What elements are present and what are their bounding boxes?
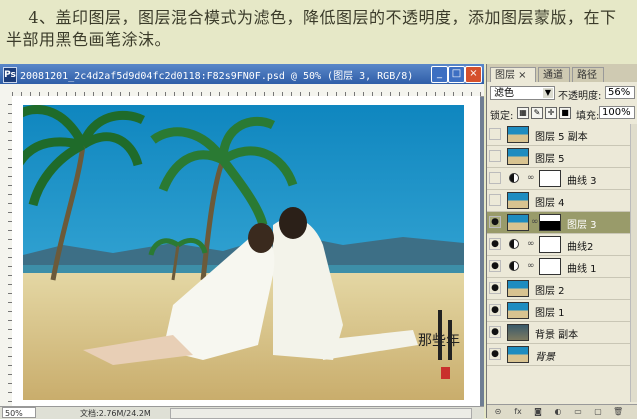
layer-name: 背景 副本: [535, 330, 579, 341]
layer-name: 图层 2: [535, 286, 565, 297]
lock-label: 锁定:: [490, 111, 514, 122]
add-mask-icon[interactable]: ◙: [533, 407, 543, 417]
layer-row[interactable]: 图层 4: [487, 190, 637, 212]
visibility-toggle[interactable]: ●: [489, 304, 501, 316]
lock-pixels-icon[interactable]: ✎: [531, 107, 543, 119]
opacity-field[interactable]: 56%: [605, 86, 635, 99]
layer-name: 图层 4: [535, 198, 565, 209]
layer-row[interactable]: ● 图层 1: [487, 300, 637, 322]
maximize-button[interactable]: □: [448, 66, 465, 83]
tab-layers[interactable]: 图层 ×: [490, 67, 536, 82]
blend-mode-select[interactable]: 滤色 ▼: [490, 86, 555, 100]
ruler-corner: [0, 84, 12, 96]
layer-mask-thumbnail[interactable]: [539, 258, 561, 275]
close-button[interactable]: ×: [465, 66, 482, 83]
status-bar: 50% 文档:2.76M/24.2M: [0, 406, 484, 419]
link-layers-icon[interactable]: ⊝: [493, 407, 503, 417]
layer-row[interactable]: ● 背景 副本: [487, 322, 637, 344]
tab-paths[interactable]: 路径: [572, 67, 604, 82]
panel-bottom-toolbar: ⊝ fx ◙ ◐ ▭ ▢ 🗑: [487, 404, 637, 419]
canvas-photo[interactable]: 那些年: [23, 105, 464, 400]
photoshop-logo-icon: Ps: [3, 67, 17, 83]
minimize-button[interactable]: _: [431, 66, 448, 83]
layer-row[interactable]: 图层 5: [487, 146, 637, 168]
layer-thumbnail: [507, 192, 529, 209]
blend-mode-value: 滤色: [494, 88, 514, 99]
layer-thumbnail: [507, 214, 529, 231]
new-group-icon[interactable]: ▭: [573, 407, 583, 417]
blend-row: 滤色 ▼ 不透明度: 56%: [487, 84, 637, 102]
lock-row: 锁定: ▦ ✎ ✛ ■ 填充: 100%: [487, 104, 637, 122]
horizontal-scrollbar[interactable]: [170, 408, 472, 419]
layer-style-icon[interactable]: fx: [513, 407, 523, 417]
tab-channels[interactable]: 通道: [538, 67, 570, 82]
curves-adjustment-icon: [509, 261, 519, 271]
layer-row[interactable]: ● ∞ 曲线2: [487, 234, 637, 256]
document-info[interactable]: 文档:2.76M/24.2M: [80, 408, 151, 419]
layer-row[interactable]: 图层 5 副本: [487, 124, 637, 146]
layer-thumbnail: [507, 280, 529, 297]
link-icon: ∞: [531, 217, 539, 227]
visibility-toggle[interactable]: [489, 128, 501, 140]
visibility-toggle[interactable]: ●: [489, 260, 501, 272]
layer-thumbnail: [507, 126, 529, 143]
link-icon: ∞: [527, 173, 535, 183]
adjustment-layer-icon[interactable]: ◐: [553, 407, 563, 417]
layer-thumbnail: [507, 346, 529, 363]
fill-field[interactable]: 100%: [599, 106, 635, 119]
zoom-field[interactable]: 50%: [2, 407, 36, 418]
layer-thumbnail: [507, 148, 529, 165]
visibility-toggle[interactable]: ●: [489, 326, 501, 338]
visibility-toggle[interactable]: ●: [489, 348, 501, 360]
visibility-toggle[interactable]: [489, 194, 501, 206]
layer-row-selected[interactable]: ● ∞ 图层 3: [487, 212, 637, 234]
layer-name: 曲线 3: [567, 176, 597, 187]
layer-thumbnail: [507, 302, 529, 319]
new-layer-icon[interactable]: ▢: [593, 407, 603, 417]
layer-mask-thumbnail[interactable]: [539, 214, 561, 231]
instruction-text: 4、盖印图层，图层混合模式为滤色，降低图层的不透明度，添加图层蒙版，在下半部用黑…: [0, 0, 637, 62]
layer-name: 图层 1: [535, 308, 565, 319]
layer-row[interactable]: ● 图层 2: [487, 278, 637, 300]
opacity-label: 不透明度:: [558, 91, 602, 102]
layer-name: 图层 3: [567, 220, 597, 231]
document-titlebar[interactable]: Ps 20081201_2c4d2af5d9d04fc2d0118:F82s9F…: [0, 64, 484, 84]
chevron-down-icon: ▼: [543, 88, 553, 98]
visibility-toggle[interactable]: ●: [489, 282, 501, 294]
lock-position-icon[interactable]: ✛: [545, 107, 557, 119]
layer-mask-thumbnail[interactable]: [539, 236, 561, 253]
layer-name: 曲线2: [567, 242, 594, 253]
layer-mask-thumbnail[interactable]: [539, 170, 561, 187]
layer-name: 背景: [535, 352, 555, 363]
layer-row[interactable]: ● ∞ 曲线 1: [487, 256, 637, 278]
layers-panel: 图层 × 通道 路径 滤色 ▼ 不透明度: 56% 锁定: ▦ ✎ ✛ ■ 填充…: [486, 64, 637, 419]
watermark-text: 那些年: [418, 333, 460, 349]
layer-row[interactable]: ∞ 曲线 3: [487, 168, 637, 190]
visibility-toggle[interactable]: ●: [489, 216, 501, 228]
visibility-toggle[interactable]: ●: [489, 238, 501, 250]
visibility-toggle[interactable]: [489, 150, 501, 162]
layer-name: 图层 5 副本: [535, 132, 588, 143]
layer-row[interactable]: ● 背景: [487, 344, 637, 366]
fill-label: 填充:: [576, 111, 600, 122]
lock-transparent-icon[interactable]: ▦: [517, 107, 529, 119]
curves-adjustment-icon: [509, 173, 519, 183]
panel-tabs: 图层 × 通道 路径: [487, 64, 637, 82]
visibility-toggle[interactable]: [489, 172, 501, 184]
curves-adjustment-icon: [509, 239, 519, 249]
document-title: 20081201_2c4d2af5d9d04fc2d0118:F82s9FN0F…: [20, 71, 414, 82]
link-icon: ∞: [527, 261, 535, 271]
link-icon: ∞: [527, 239, 535, 249]
layer-name: 图层 5: [535, 154, 565, 165]
panel-scrollbar[interactable]: [630, 124, 637, 402]
layer-name: 曲线 1: [567, 264, 597, 275]
layer-thumbnail: [507, 324, 529, 341]
lock-all-icon[interactable]: ■: [559, 107, 571, 119]
trash-icon[interactable]: 🗑: [613, 407, 623, 417]
